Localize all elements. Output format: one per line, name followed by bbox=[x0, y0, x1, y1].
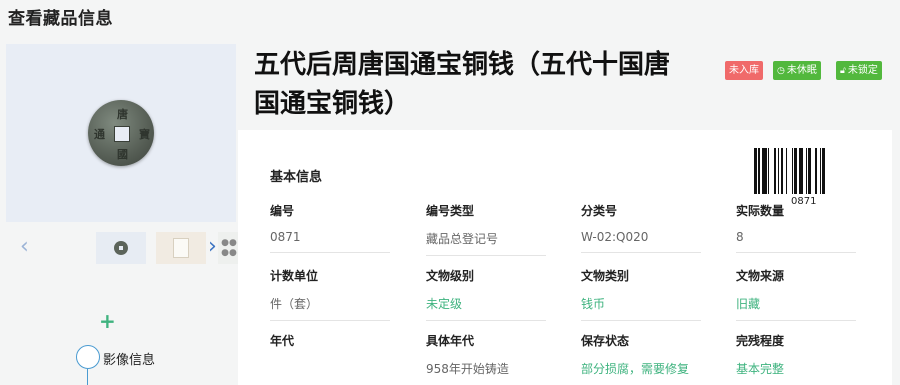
field-label: 具体年代 bbox=[426, 334, 475, 348]
field-value: 未定级 bbox=[426, 295, 546, 321]
barcode bbox=[754, 148, 858, 194]
coin-thumbnail-icon bbox=[114, 241, 128, 255]
field-label: 计数单位 bbox=[270, 269, 319, 283]
coin-image: 唐 國 通 寶 bbox=[88, 100, 154, 166]
add-icon[interactable]: + bbox=[99, 309, 116, 333]
thumbnail-more[interactable]: ●● ●● bbox=[218, 232, 240, 264]
page-title: 查看藏品信息 bbox=[8, 9, 113, 29]
timeline-line bbox=[87, 369, 88, 385]
thumbnail-coin[interactable] bbox=[96, 232, 146, 264]
chevron-left-icon[interactable]: ‹ bbox=[20, 234, 29, 259]
badge-label: 未休眠 bbox=[786, 65, 817, 76]
status-badge-not-locked: 🔓︎ 未锁定 bbox=[836, 61, 882, 80]
field-label: 编号 bbox=[270, 204, 295, 218]
field-label: 文物类别 bbox=[581, 269, 630, 283]
basic-info-card: 基本信息 0871 编号 0871 编号类型 藏品总登记号 分类号 W-02:Q… bbox=[238, 130, 892, 385]
field-label: 编号类型 bbox=[426, 204, 475, 218]
field-era: 年代 bbox=[270, 332, 390, 368]
field-value: 基本完整 bbox=[736, 360, 856, 385]
status-badge-not-dormant: ◷ 未休眠 bbox=[773, 61, 821, 80]
field-classification: 分类号 W-02:Q020 bbox=[581, 202, 701, 253]
lock-icon: 🔓︎ bbox=[840, 66, 846, 76]
field-label: 文物来源 bbox=[736, 269, 785, 283]
field-completeness: 完残程度 基本完整 bbox=[736, 332, 856, 385]
field-label: 保存状态 bbox=[581, 334, 630, 348]
field-value: 旧藏 bbox=[736, 295, 856, 321]
field-label: 年代 bbox=[270, 334, 295, 348]
section-title: 基本信息 bbox=[270, 170, 323, 185]
field-number: 编号 0871 bbox=[270, 202, 390, 253]
field-value: 8 bbox=[736, 230, 856, 253]
field-value: 件（套） bbox=[270, 295, 390, 321]
field-relic-source: 文物来源 旧藏 bbox=[736, 267, 856, 321]
chevron-right-icon[interactable]: › bbox=[208, 234, 217, 259]
field-label: 文物级别 bbox=[426, 269, 475, 283]
field-relic-level: 文物级别 未定级 bbox=[426, 267, 546, 321]
image-info-label[interactable]: 影像信息 bbox=[103, 349, 155, 368]
badge-label: 未入库 bbox=[729, 65, 759, 76]
thumbnail-strip: ‹ › ●● ●● bbox=[6, 228, 240, 268]
field-specific-era: 具体年代 958年开始铸造 bbox=[426, 332, 546, 385]
badge-label: 未锁定 bbox=[847, 65, 878, 76]
field-label: 完残程度 bbox=[736, 334, 785, 348]
field-value bbox=[270, 360, 390, 368]
field-value: 0871 bbox=[270, 230, 390, 253]
field-count-unit: 计数单位 件（套） bbox=[270, 267, 390, 321]
field-label: 实际数量 bbox=[736, 204, 785, 218]
field-relic-category: 文物类别 钱币 bbox=[581, 267, 701, 321]
field-quantity: 实际数量 8 bbox=[736, 202, 856, 253]
field-label: 分类号 bbox=[581, 204, 618, 218]
thumbnail-document[interactable] bbox=[156, 232, 206, 264]
field-value: 部分损腐，需要修复 bbox=[581, 360, 701, 385]
field-value: W-02:Q020 bbox=[581, 230, 701, 253]
status-badge-not-stored: 未入库 bbox=[725, 61, 763, 80]
field-preservation-status: 保存状态 部分损腐，需要修复 bbox=[581, 332, 701, 385]
field-value: 钱币 bbox=[581, 295, 701, 321]
document-thumbnail-icon bbox=[173, 238, 189, 258]
timeline-node-icon[interactable] bbox=[76, 345, 100, 369]
field-value: 958年开始铸造 bbox=[426, 360, 546, 385]
main-image[interactable]: 唐 國 通 寶 bbox=[6, 44, 236, 222]
relic-title: 五代后周唐国通宝铜钱（五代十国唐国通宝铜钱） bbox=[254, 50, 671, 119]
field-number-type: 编号类型 藏品总登记号 bbox=[426, 202, 546, 256]
dots-thumbnail-icon: ●● ●● bbox=[221, 238, 237, 258]
field-value: 藏品总登记号 bbox=[426, 230, 546, 256]
clock-icon: ◷ bbox=[777, 66, 785, 76]
